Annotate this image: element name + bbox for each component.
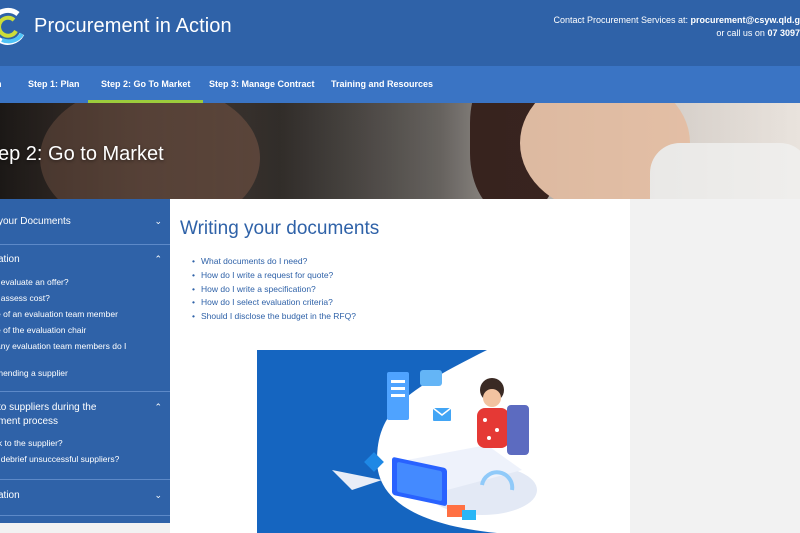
- nav-item-home[interactable]: n: [0, 66, 2, 103]
- nav-item-training[interactable]: Training and Resources: [331, 66, 433, 103]
- faq-link[interactable]: What documents do I need?: [192, 255, 356, 269]
- hero-banner: ep 2: Go to Market: [0, 103, 800, 199]
- nav-item-step1[interactable]: Step 1: Plan: [28, 66, 80, 103]
- faq-link-list: What documents do I need? How do I write…: [192, 255, 356, 324]
- sidebar-link[interactable]: I debrief unsuccessful suppliers?: [0, 454, 119, 464]
- sidebar-section-evaluation: ation ⌃ I evaluate an offer? I assess co…: [0, 245, 170, 392]
- nav-item-step3[interactable]: Step 3: Manage Contract: [209, 66, 315, 103]
- sidebar-link[interactable]: e of an evaluation team member: [0, 309, 118, 319]
- sidebar-section-documents[interactable]: your Documents ⌄: [0, 199, 170, 245]
- faq-link[interactable]: How do I select evaluation criteria?: [192, 296, 356, 310]
- illustration-image: [257, 350, 540, 533]
- site-logo-icon[interactable]: [0, 6, 28, 46]
- main-content: Writing your documents What documents do…: [170, 199, 630, 533]
- site-header: Procurement in Action Contact Procuremen…: [0, 0, 800, 66]
- sidebar-link[interactable]: lk to the supplier?: [0, 438, 63, 448]
- chevron-up-icon[interactable]: ⌃: [154, 254, 162, 265]
- sidebar-link[interactable]: mending a supplier: [0, 368, 68, 378]
- faq-link[interactable]: How do I write a specification?: [192, 283, 356, 297]
- site-title[interactable]: Procurement in Action: [34, 15, 232, 38]
- contact-prefix: Contact Procurement Services at:: [553, 15, 689, 25]
- contact-email-link[interactable]: procurement@csyw.qld.g: [691, 15, 800, 25]
- sidebar-section-title: ation: [0, 490, 20, 501]
- chevron-down-icon[interactable]: ⌄: [154, 216, 162, 227]
- sidebar-link[interactable]: I assess cost?: [0, 293, 50, 303]
- main-nav: n Step 1: Plan Step 2: Go To Market Step…: [0, 66, 800, 103]
- sidebar-section-suppliers: to suppliers during the ment process ⌃ l…: [0, 392, 170, 480]
- chevron-up-icon[interactable]: ⌃: [154, 402, 162, 413]
- sidebar-section-title[interactable]: to suppliers during the: [0, 402, 96, 413]
- sidebar-section-title: your Documents: [0, 216, 71, 227]
- faq-link[interactable]: How do I write a request for quote?: [192, 269, 356, 283]
- hero-title: ep 2: Go to Market: [0, 143, 164, 165]
- sidebar-section-last[interactable]: ation ⌄: [0, 480, 170, 516]
- sidebar-nav: your Documents ⌄ ation ⌃ I evaluate an o…: [0, 199, 170, 523]
- page-heading: Writing your documents: [180, 218, 380, 239]
- sidebar-link[interactable]: any evaluation team members do I: [0, 341, 126, 351]
- contact-phone-link[interactable]: 07 3097: [767, 28, 800, 38]
- sidebar-link[interactable]: e of the evaluation chair: [0, 325, 86, 335]
- nav-item-step2[interactable]: Step 2: Go To Market: [88, 66, 204, 103]
- sidebar-link[interactable]: I evaluate an offer?: [0, 277, 69, 287]
- contact-phone-prefix: or call us on: [716, 28, 765, 38]
- sidebar-section-title[interactable]: ation: [0, 254, 20, 265]
- faq-link[interactable]: Should I disclose the budget in the RFQ?: [192, 310, 356, 324]
- sidebar-section-title[interactable]: ment process: [0, 416, 58, 427]
- contact-info: Contact Procurement Services at: procure…: [553, 14, 800, 40]
- chevron-down-icon[interactable]: ⌄: [154, 490, 162, 501]
